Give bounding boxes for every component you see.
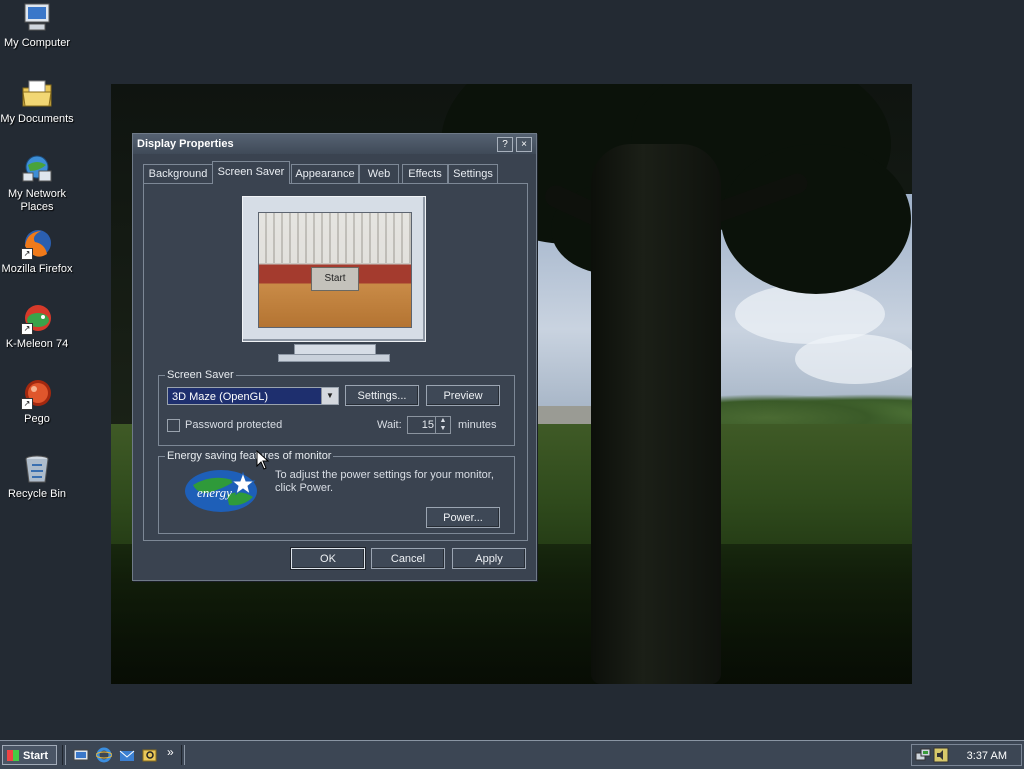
settings-button[interactable]: Settings... xyxy=(345,385,419,406)
desktop-icon-network-places[interactable]: My Network Places xyxy=(0,153,74,214)
system-tray: 3:37 AM xyxy=(911,744,1022,766)
tab-web[interactable]: Web xyxy=(359,164,399,183)
apply-button[interactable]: Apply xyxy=(452,548,526,569)
outlook-express-icon[interactable] xyxy=(119,747,135,763)
screen-saver-legend: Screen Saver xyxy=(165,369,236,381)
screen-saver-panel: Start Screen Saver 3D Maze (OpenGL) ▼ Se… xyxy=(143,183,528,541)
internet-explorer-icon[interactable] xyxy=(95,747,113,763)
recycle-bin-icon xyxy=(21,453,53,485)
desktop-icon-pego[interactable]: ↗ Pego xyxy=(0,378,74,426)
monitor-preview: Start xyxy=(242,196,426,362)
tab-effects[interactable]: Effects xyxy=(402,164,448,183)
wait-minutes-stepper[interactable]: 15 ▲ ▼ xyxy=(407,416,451,434)
desktop-icon-k-meleon[interactable]: ↗ K-Meleon 74 xyxy=(0,303,74,351)
ok-button[interactable]: OK xyxy=(290,547,366,570)
desktop-icon-my-computer[interactable]: My Computer xyxy=(0,2,74,50)
show-desktop-icon[interactable] xyxy=(73,747,89,763)
network-places-icon xyxy=(21,153,53,185)
password-protected-label: Password protected xyxy=(185,419,283,431)
chevron-down-icon[interactable]: ▼ xyxy=(321,388,338,404)
preview-start-sign: Start xyxy=(311,267,359,291)
firefox-icon: ↗ xyxy=(21,228,53,260)
start-button[interactable]: Start xyxy=(2,745,57,765)
preview-button[interactable]: Preview xyxy=(426,385,500,406)
wait-value: 15 xyxy=(421,419,434,431)
pego-icon: ↗ xyxy=(21,378,53,410)
taskbar: Start » 3:37 AM xyxy=(0,740,1024,769)
search-icon[interactable] xyxy=(142,747,158,763)
taskbar-clock[interactable]: 3:37 AM xyxy=(967,750,1007,762)
tab-appearance[interactable]: Appearance xyxy=(291,164,359,183)
cancel-button[interactable]: Cancel xyxy=(371,548,445,569)
close-button[interactable]: × xyxy=(516,137,532,152)
desktop-icon-firefox[interactable]: ↗ Mozilla Firefox xyxy=(0,228,74,276)
energy-saving-legend: Energy saving features of monitor xyxy=(165,450,334,462)
wallpaper-tree-trunk xyxy=(591,144,721,684)
windows-logo-icon xyxy=(7,750,19,761)
network-tray-icon[interactable] xyxy=(915,747,931,763)
screensaver-select[interactable]: 3D Maze (OpenGL) ▼ xyxy=(167,387,339,405)
quick-launch-chevron[interactable]: » xyxy=(167,745,174,759)
energy-star-logo: energy xyxy=(183,467,261,513)
tab-background[interactable]: Background xyxy=(143,164,213,183)
minutes-label: minutes xyxy=(458,419,497,431)
screen-saver-group: Screen Saver 3D Maze (OpenGL) ▼ Settings… xyxy=(158,369,515,446)
spin-arrows-icon[interactable]: ▲ ▼ xyxy=(435,417,450,433)
desktop-icon-recycle-bin[interactable]: Recycle Bin xyxy=(0,453,74,501)
display-properties-dialog: Display Properties ? × Background Screen… xyxy=(132,133,537,581)
k-meleon-icon: ↗ xyxy=(21,303,53,335)
tab-settings[interactable]: Settings xyxy=(448,164,498,183)
tab-screen-saver[interactable]: Screen Saver xyxy=(212,161,290,184)
dialog-title: Display Properties xyxy=(137,138,234,150)
my-computer-icon xyxy=(21,2,53,34)
svg-text:energy: energy xyxy=(197,485,232,500)
screensaver-preview-screen: Start xyxy=(258,212,412,328)
desktop-icon-my-documents[interactable]: My Documents xyxy=(0,78,74,126)
my-documents-icon xyxy=(21,78,53,110)
energy-saving-group: Energy saving features of monitor energy… xyxy=(158,450,515,534)
password-protected-checkbox[interactable] xyxy=(167,419,180,432)
wait-label: Wait: xyxy=(377,419,402,431)
help-button[interactable]: ? xyxy=(497,137,513,152)
volume-tray-icon[interactable] xyxy=(933,747,949,763)
dialog-titlebar[interactable]: Display Properties ? × xyxy=(133,134,536,154)
screensaver-selected-value: 3D Maze (OpenGL) xyxy=(172,391,268,403)
energy-description: To adjust the power settings for your mo… xyxy=(275,469,494,494)
power-button[interactable]: Power... xyxy=(426,507,500,528)
